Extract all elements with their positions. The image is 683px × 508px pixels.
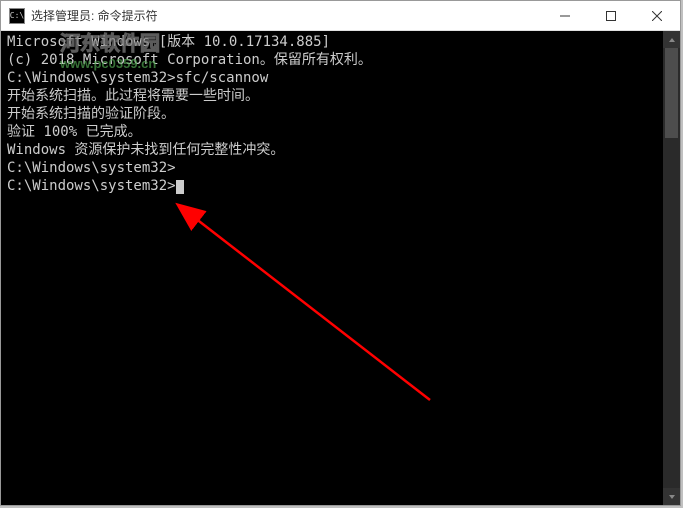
terminal-output[interactable]: Microsoft Windows [版本 10.0.17134.885] (c… [1,31,680,505]
terminal-line: Microsoft Windows [版本 10.0.17134.885] [7,33,674,51]
minimize-button[interactable] [542,1,588,30]
vertical-scrollbar[interactable] [663,31,680,505]
terminal-line: C:\Windows\system32> [7,159,674,177]
titlebar[interactable]: C:\ 选择管理员: 命令提示符 [1,1,680,31]
scroll-thumb[interactable] [665,48,678,138]
scroll-up-arrow-icon[interactable] [663,31,680,48]
terminal-line: (c) 2018 Microsoft Corporation。保留所有权利。 [7,51,674,69]
maximize-button[interactable] [588,1,634,30]
close-button[interactable] [634,1,680,30]
window-controls [542,1,680,30]
app-icon: C:\ [9,8,25,24]
terminal-line: 验证 100% 已完成。 [7,123,674,141]
window-title: 选择管理员: 命令提示符 [31,7,542,24]
terminal-line: 开始系统扫描。此过程将需要一些时间。 [7,87,674,105]
terminal-line: Windows 资源保护未找到任何完整性冲突。 [7,141,674,159]
scroll-down-arrow-icon[interactable] [663,488,680,505]
terminal-prompt: C:\Windows\system32> [7,177,674,195]
command-prompt-window: C:\ 选择管理员: 命令提示符 Microsoft Windows [版本 1… [0,0,681,506]
terminal-line: 开始系统扫描的验证阶段。 [7,105,674,123]
terminal-line: C:\Windows\system32>sfc/scannow [7,69,674,87]
cursor [176,180,184,194]
